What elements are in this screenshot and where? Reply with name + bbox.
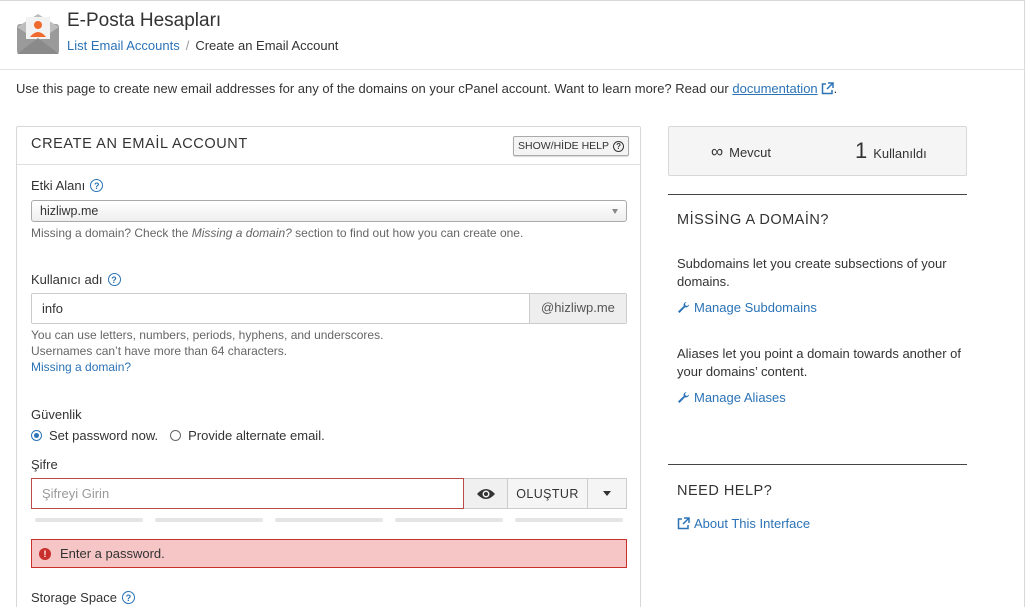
external-link-icon: [677, 517, 690, 530]
sidebar-divider: [668, 194, 967, 195]
email-app-icon: [16, 11, 60, 55]
generate-password-button[interactable]: OLUŞTUR: [508, 478, 588, 509]
strength-segment: [395, 518, 503, 522]
strength-segment: [35, 518, 143, 522]
need-help-title: NEED HELP?: [677, 483, 773, 499]
wrench-icon: [678, 392, 689, 403]
help-button-label: SHOW/HİDE HELP: [518, 140, 610, 152]
intro-text: Use this page to create new email addres…: [16, 81, 837, 98]
username-hint-1: You can use letters, numbers, periods, h…: [31, 328, 384, 342]
missing-domain-link[interactable]: Missing a domain?: [31, 359, 131, 375]
password-strength-meter: [35, 518, 623, 522]
username-hint-2: Usernames can’t have more than 64 charac…: [31, 344, 288, 358]
domain-hint-suffix: section to find out how you can create o…: [291, 226, 524, 240]
storage-label-row: Storage Space ?: [31, 590, 136, 605]
documentation-link[interactable]: documentation: [732, 81, 817, 96]
stat-available: ∞ Mevcut: [711, 142, 771, 162]
strength-segment: [155, 518, 263, 522]
show-password-button[interactable]: [464, 478, 508, 509]
page-title: E-Posta Hesapları: [67, 10, 222, 31]
stat-available-label: Mevcut: [729, 145, 772, 160]
security-options: Set password now. Provide alternate emai…: [31, 428, 325, 443]
missing-domain-title: MİSSİNG A DOMAİN?: [677, 212, 829, 228]
manage-subdomains-label: Manage Subdomains: [694, 300, 817, 315]
account-stats-box: ∞ Mevcut 1 Kullanıldı: [668, 126, 967, 176]
aliases-text: Aliases let you point a domain towards a…: [677, 346, 962, 379]
username-label: Kullanıcı adı: [31, 272, 103, 287]
radio-checked-icon[interactable]: [31, 430, 42, 441]
panel-header: CREATE AN EMAİL ACCOUNT SHOW/HİDE HELP ?: [17, 127, 640, 165]
infinity-icon: ∞: [711, 142, 724, 161]
domain-select-value: hizliwp.me: [40, 204, 99, 218]
storage-help-icon[interactable]: ?: [122, 591, 136, 604]
radio-set-password-label: Set password now.: [49, 428, 159, 443]
storage-label: Storage Space: [31, 590, 118, 605]
breadcrumb-current: Create an Email Account: [195, 38, 339, 53]
error-icon: !: [39, 547, 51, 560]
header-divider: [0, 69, 1025, 70]
username-input[interactable]: info: [32, 294, 529, 323]
password-input-group: Şifreyi Girin OLUŞTUR: [31, 478, 627, 509]
domain-hint: Missing a domain? Check the Missing a do…: [31, 225, 523, 241]
radio-alternate-email-label: Provide alternate email.: [188, 428, 325, 443]
username-domain-suffix: @hizliwp.me: [529, 294, 626, 323]
sidebar-divider: [668, 464, 967, 465]
radio-unchecked-icon[interactable]: [170, 430, 182, 441]
domain-select[interactable]: hizliwp.me: [31, 200, 627, 222]
stat-used-count: 1: [855, 138, 868, 163]
panel-title: CREATE AN EMAİL ACCOUNT: [31, 136, 248, 152]
security-label: Güvenlik: [31, 407, 82, 422]
external-link-icon[interactable]: [821, 82, 834, 98]
password-error-alert: ! Enter a password.: [31, 539, 627, 568]
password-input[interactable]: Şifreyi Girin: [31, 478, 464, 509]
eye-icon: [476, 488, 495, 499]
domain-help-icon[interactable]: ?: [90, 179, 104, 192]
intro-sentence: Use this page to create new email addres…: [16, 81, 729, 96]
domain-label-row: Etki Alanı ?: [31, 178, 104, 193]
username-label-row: Kullanıcı adı ?: [31, 272, 121, 287]
manage-aliases-label: Manage Aliases: [694, 390, 786, 405]
stat-used-label: Kullanıldı: [873, 146, 927, 161]
strength-segment: [515, 518, 623, 522]
about-interface-link[interactable]: About This Interface: [677, 516, 810, 531]
subdomains-text: Subdomains let you create subsections of…: [677, 256, 947, 289]
password-error-text: Enter a password.: [60, 546, 165, 561]
radio-set-password[interactable]: Set password now.: [31, 428, 158, 443]
username-input-group: info @hizliwp.me: [31, 293, 627, 324]
breadcrumb-list-email-accounts[interactable]: List Email Accounts: [67, 38, 180, 53]
help-question-icon: ?: [613, 140, 625, 152]
domain-hint-emphasis: Missing a domain?: [191, 226, 292, 240]
wrench-icon: [678, 302, 689, 313]
caret-down-icon: [603, 491, 611, 496]
breadcrumb: List Email Accounts / Create an Email Ac…: [67, 38, 338, 53]
domain-hint-prefix: Missing a domain? Check the: [31, 226, 192, 240]
about-interface-label: About This Interface: [694, 516, 811, 531]
generator-options-button[interactable]: [588, 478, 627, 509]
create-account-panel: CREATE AN EMAİL ACCOUNT SHOW/HİDE HELP ?…: [16, 126, 641, 607]
breadcrumb-separator: /: [185, 38, 190, 53]
show-hide-help-button[interactable]: SHOW/HİDE HELP ?: [513, 136, 630, 156]
manage-subdomains-link[interactable]: Manage Subdomains: [677, 300, 817, 315]
username-help-icon[interactable]: ?: [107, 273, 121, 286]
strength-segment: [275, 518, 383, 522]
radio-alternate-email[interactable]: Provide alternate email.: [170, 428, 325, 443]
intro-tail: .: [833, 81, 838, 96]
password-label: Şifre: [31, 457, 58, 472]
stat-used: 1 Kullanıldı: [855, 138, 927, 164]
chevron-down-icon: [612, 209, 618, 214]
domain-label: Etki Alanı: [31, 178, 86, 193]
manage-aliases-link[interactable]: Manage Aliases: [677, 390, 786, 405]
